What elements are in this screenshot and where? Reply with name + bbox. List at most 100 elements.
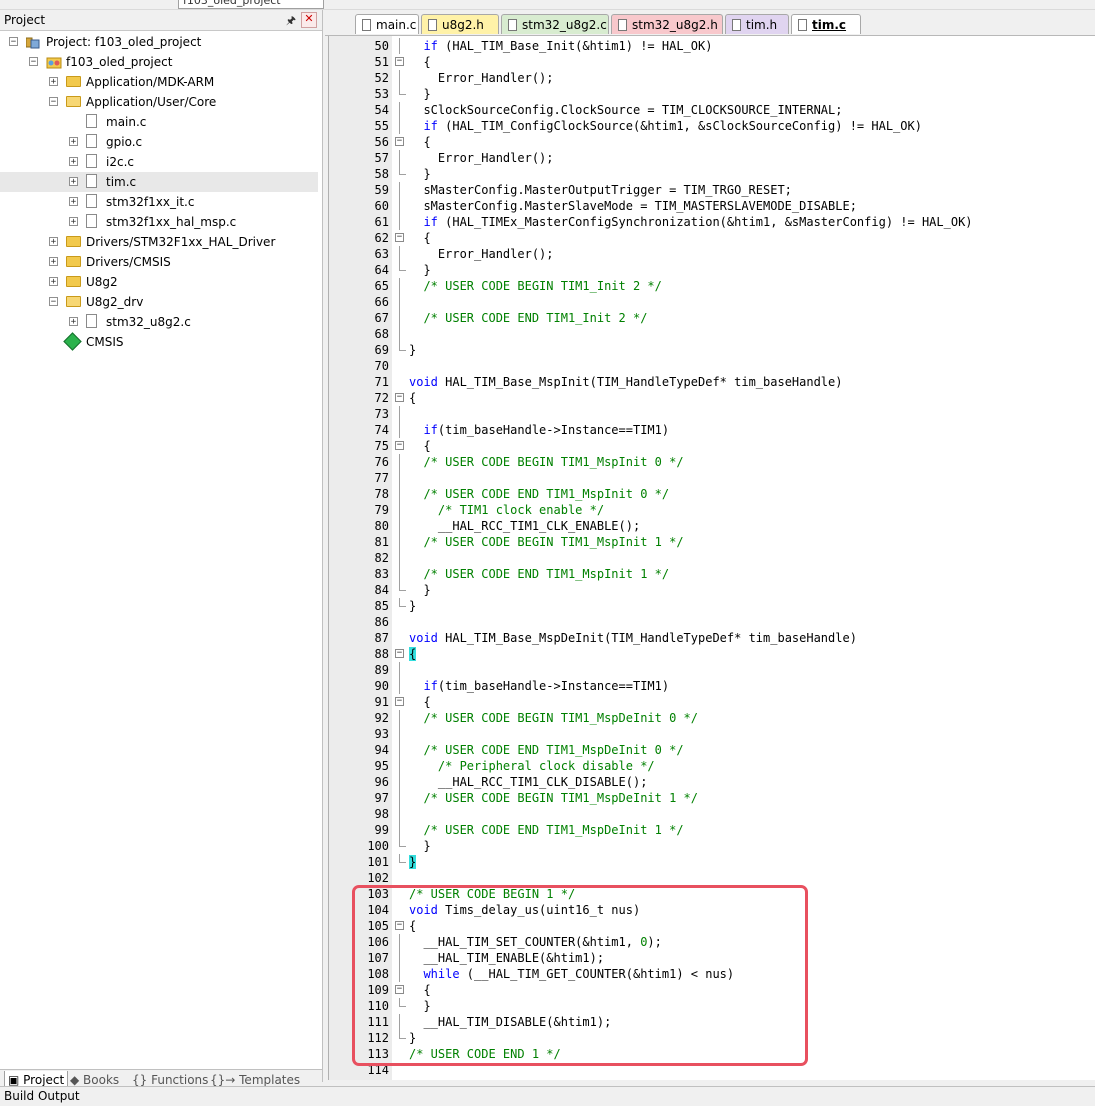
tree-item[interactable]: − f103_oled_project <box>0 52 318 72</box>
line-number: 57 <box>374 151 389 165</box>
expand-icon[interactable]: + <box>69 177 78 187</box>
code-line: 67 /* USER CODE END TIM1_Init 2 */ <box>329 310 1095 326</box>
fold-guide <box>399 758 400 774</box>
fold-guide <box>399 518 400 534</box>
line-number: 108 <box>367 967 389 981</box>
fold-collapse-icon[interactable]: − <box>395 649 404 658</box>
fold-guide <box>399 182 400 198</box>
code-text: __HAL_RCC_TIM1_CLK_DISABLE(); <box>409 775 648 789</box>
line-number: 53 <box>374 87 389 101</box>
collapse-icon[interactable]: − <box>29 57 38 67</box>
expand-icon[interactable]: + <box>49 77 58 87</box>
code-line: 73 <box>329 406 1095 422</box>
tree-item[interactable]: + U8g2 <box>0 272 318 292</box>
fold-collapse-icon[interactable]: − <box>395 57 404 66</box>
tree-item[interactable]: + stm32f1xx_hal_msp.c <box>0 212 318 232</box>
file-tab[interactable]: stm32_u8g2.h <box>611 14 723 34</box>
code-line: 54 sClockSourceConfig.ClockSource = TIM_… <box>329 102 1095 118</box>
tree-item[interactable]: + Drivers/CMSIS <box>0 252 318 272</box>
code-text: /* USER CODE END TIM1_MspInit 0 */ <box>423 487 670 501</box>
tree-item[interactable]: + i2c.c <box>0 152 318 172</box>
fold-collapse-icon[interactable]: − <box>395 921 404 930</box>
expand-icon[interactable]: + <box>69 157 78 167</box>
file-tab[interactable]: tim.h <box>725 14 789 34</box>
close-icon[interactable]: ✕ <box>301 12 317 28</box>
fold-collapse-icon[interactable]: − <box>395 697 404 706</box>
tree-item[interactable]: − Application/User/Core <box>0 92 318 112</box>
code-line: 107 __HAL_TIM_ENABLE(&htim1); <box>329 950 1095 966</box>
fold-guide <box>399 214 400 230</box>
fold-guide <box>399 502 400 518</box>
tree-item[interactable]: + gpio.c <box>0 132 318 152</box>
code-editor[interactable]: 50 if (HAL_TIM_Base_Init(&htim1) != HAL_… <box>328 36 1095 1080</box>
templates-icon: {}→ <box>210 1073 240 1087</box>
fold-end-guide <box>399 262 406 271</box>
expand-icon[interactable]: + <box>69 197 78 207</box>
toolbar: f103_oled_project <box>0 0 1095 10</box>
code-line: 75− { <box>329 438 1095 454</box>
tree-item[interactable]: CMSIS <box>0 332 318 352</box>
tree-item[interactable]: + Application/MDK-ARM <box>0 72 318 92</box>
code-line: 92 /* USER CODE BEGIN TIM1_MspDeInit 0 *… <box>329 710 1095 726</box>
fold-guide <box>399 198 400 214</box>
expand-icon[interactable]: + <box>69 217 78 227</box>
fold-guide <box>399 822 400 838</box>
line-number: 52 <box>374 71 389 85</box>
collapse-icon[interactable]: − <box>9 37 18 47</box>
line-number: 86 <box>374 615 389 629</box>
tree-item-label: f103_oled_project <box>66 55 173 69</box>
fold-collapse-icon[interactable]: − <box>395 985 404 994</box>
tree-item-label: main.c <box>106 115 147 129</box>
fold-collapse-icon[interactable]: − <box>395 137 404 146</box>
fold-collapse-icon[interactable]: − <box>395 233 404 242</box>
code-line: 69} <box>329 342 1095 358</box>
code-line: 52 Error_Handler(); <box>329 70 1095 86</box>
collapse-icon[interactable]: − <box>49 97 58 107</box>
line-number: 93 <box>374 727 389 741</box>
line-number: 72 <box>374 391 389 405</box>
file-tab[interactable]: tim.c <box>791 14 861 34</box>
file-tab[interactable]: stm32_u8g2.c <box>501 14 609 34</box>
tree-item[interactable]: + tim.c <box>0 172 318 192</box>
code-line: 114 <box>329 1062 1095 1078</box>
tab-label: Templates <box>239 1073 301 1087</box>
code-line: 57 Error_Handler(); <box>329 150 1095 166</box>
expand-icon[interactable]: + <box>69 317 78 327</box>
line-number: 88 <box>374 647 389 661</box>
expand-icon[interactable]: + <box>69 137 78 147</box>
expand-icon[interactable]: + <box>49 277 58 287</box>
line-number: 107 <box>367 951 389 965</box>
target-combo[interactable]: f103_oled_project <box>178 0 324 9</box>
tree-item[interactable]: + stm32f1xx_it.c <box>0 192 318 212</box>
expand-icon[interactable]: + <box>49 237 58 247</box>
file-tab[interactable]: u8g2.h <box>421 14 499 34</box>
line-number: 50 <box>374 39 389 53</box>
tree-item[interactable]: main.c <box>0 112 318 132</box>
collapse-icon[interactable]: − <box>49 297 58 307</box>
code-text: /* USER CODE END 1 */ <box>409 1047 561 1061</box>
line-number: 76 <box>374 455 389 469</box>
tree-item[interactable]: + Drivers/STM32F1xx_HAL_Driver <box>0 232 318 252</box>
file-tab[interactable]: main.c <box>355 14 419 34</box>
code-text: /* USER CODE BEGIN TIM1_MspDeInit 0 */ <box>423 711 698 725</box>
line-number: 60 <box>374 199 389 213</box>
project-icon: ▣ <box>8 1073 24 1087</box>
fold-collapse-icon[interactable]: − <box>395 393 404 402</box>
file-icon <box>86 134 97 148</box>
code-text: sMasterConfig.MasterSlaveMode = TIM_MAST… <box>409 199 857 213</box>
file-tab-label: stm32_u8g2.c <box>522 18 607 32</box>
tree-item[interactable]: − Project: f103_oled_project <box>0 32 318 52</box>
line-number: 109 <box>367 983 389 997</box>
tree-item[interactable]: − U8g2_drv <box>0 292 318 312</box>
folder-icon <box>66 276 81 287</box>
line-number: 75 <box>374 439 389 453</box>
tree-item[interactable]: + stm32_u8g2.c <box>0 312 318 332</box>
expand-icon[interactable]: + <box>49 257 58 267</box>
fold-guide <box>399 38 400 54</box>
code-text: /* Peripheral clock disable */ <box>437 759 655 773</box>
tree-item-label: stm32_u8g2.c <box>106 315 191 329</box>
line-number: 62 <box>374 231 389 245</box>
pin-icon[interactable]: 🖈 <box>284 12 298 27</box>
code-text: /* USER CODE END TIM1_MspDeInit 1 */ <box>423 823 684 837</box>
fold-collapse-icon[interactable]: − <box>395 441 404 450</box>
